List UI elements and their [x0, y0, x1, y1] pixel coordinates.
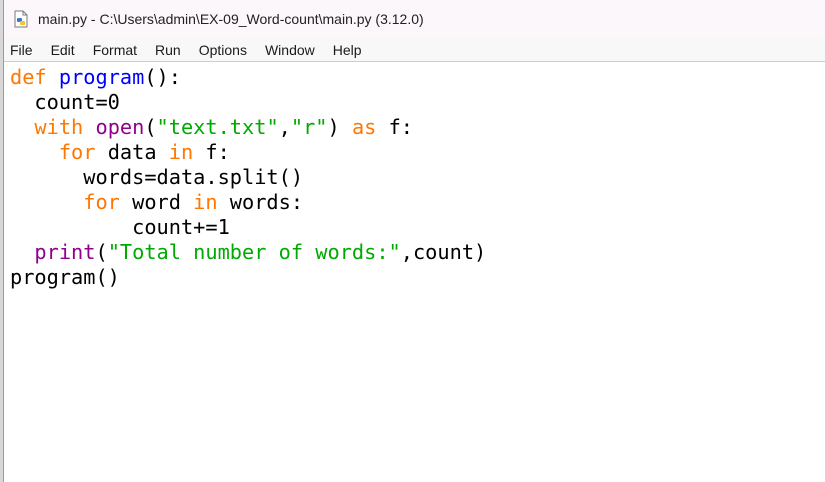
code-token: "text.txt" — [156, 115, 279, 139]
code-line: def program(): — [10, 65, 486, 90]
menu-window[interactable]: Window — [265, 42, 315, 58]
code-line: words=data.split() — [10, 165, 486, 190]
code-editor[interactable]: def program(): count=0 with open("text.t… — [4, 62, 825, 482]
code-token: "Total number of words:" — [107, 240, 401, 264]
menu-edit[interactable]: Edit — [51, 42, 75, 58]
menu-options[interactable]: Options — [199, 42, 247, 58]
code-token: ( — [144, 115, 157, 139]
code-token: ,count) — [400, 240, 487, 264]
code-token: words=data.split() — [83, 165, 304, 189]
code-token: f: — [376, 115, 413, 139]
code-line: count=0 — [10, 90, 486, 115]
code-line: for data in f: — [10, 140, 486, 165]
code-token: ) — [327, 115, 352, 139]
code-token: , — [278, 115, 291, 139]
code-token: count+=1 — [132, 215, 230, 239]
code-token: (): — [144, 65, 181, 89]
menu-file[interactable]: File — [10, 42, 33, 58]
code-token: with — [34, 115, 84, 139]
menu-format[interactable]: Format — [93, 42, 137, 58]
code-line: for word in words: — [10, 190, 486, 215]
code-token: data — [95, 140, 169, 164]
code-token: open — [95, 115, 145, 139]
code-token: word — [119, 190, 194, 214]
code-token: words: — [217, 190, 304, 214]
menu-bar: File Edit Format Run Options Window Help — [4, 38, 825, 62]
code-token: f: — [193, 140, 230, 164]
menu-run[interactable]: Run — [155, 42, 181, 58]
code-token: as — [351, 115, 377, 139]
code-token: "r" — [290, 115, 328, 139]
code-token: print — [34, 240, 96, 264]
code-token: for — [83, 190, 120, 214]
code-token: count=0 — [34, 90, 120, 114]
window-title: main.py - C:\Users\admin\EX-09_Word-coun… — [38, 11, 424, 27]
code-line: count+=1 — [10, 215, 486, 240]
python-file-icon — [14, 10, 28, 28]
code-token: program() — [10, 265, 120, 289]
code-token: program — [58, 65, 145, 89]
title-bar: main.py - C:\Users\admin\EX-09_Word-coun… — [4, 0, 825, 38]
code-line: program() — [10, 265, 486, 290]
code-line: print("Total number of words:",count) — [10, 240, 486, 265]
code-token: for — [58, 140, 96, 164]
code-token: def — [10, 65, 47, 89]
code-line: with open("text.txt","r") as f: — [10, 115, 486, 140]
code-token: in — [193, 190, 218, 214]
code-token: in — [168, 140, 194, 164]
code-text-area[interactable]: def program(): count=0 with open("text.t… — [10, 65, 486, 290]
code-token: ( — [95, 240, 108, 264]
menu-help[interactable]: Help — [333, 42, 362, 58]
